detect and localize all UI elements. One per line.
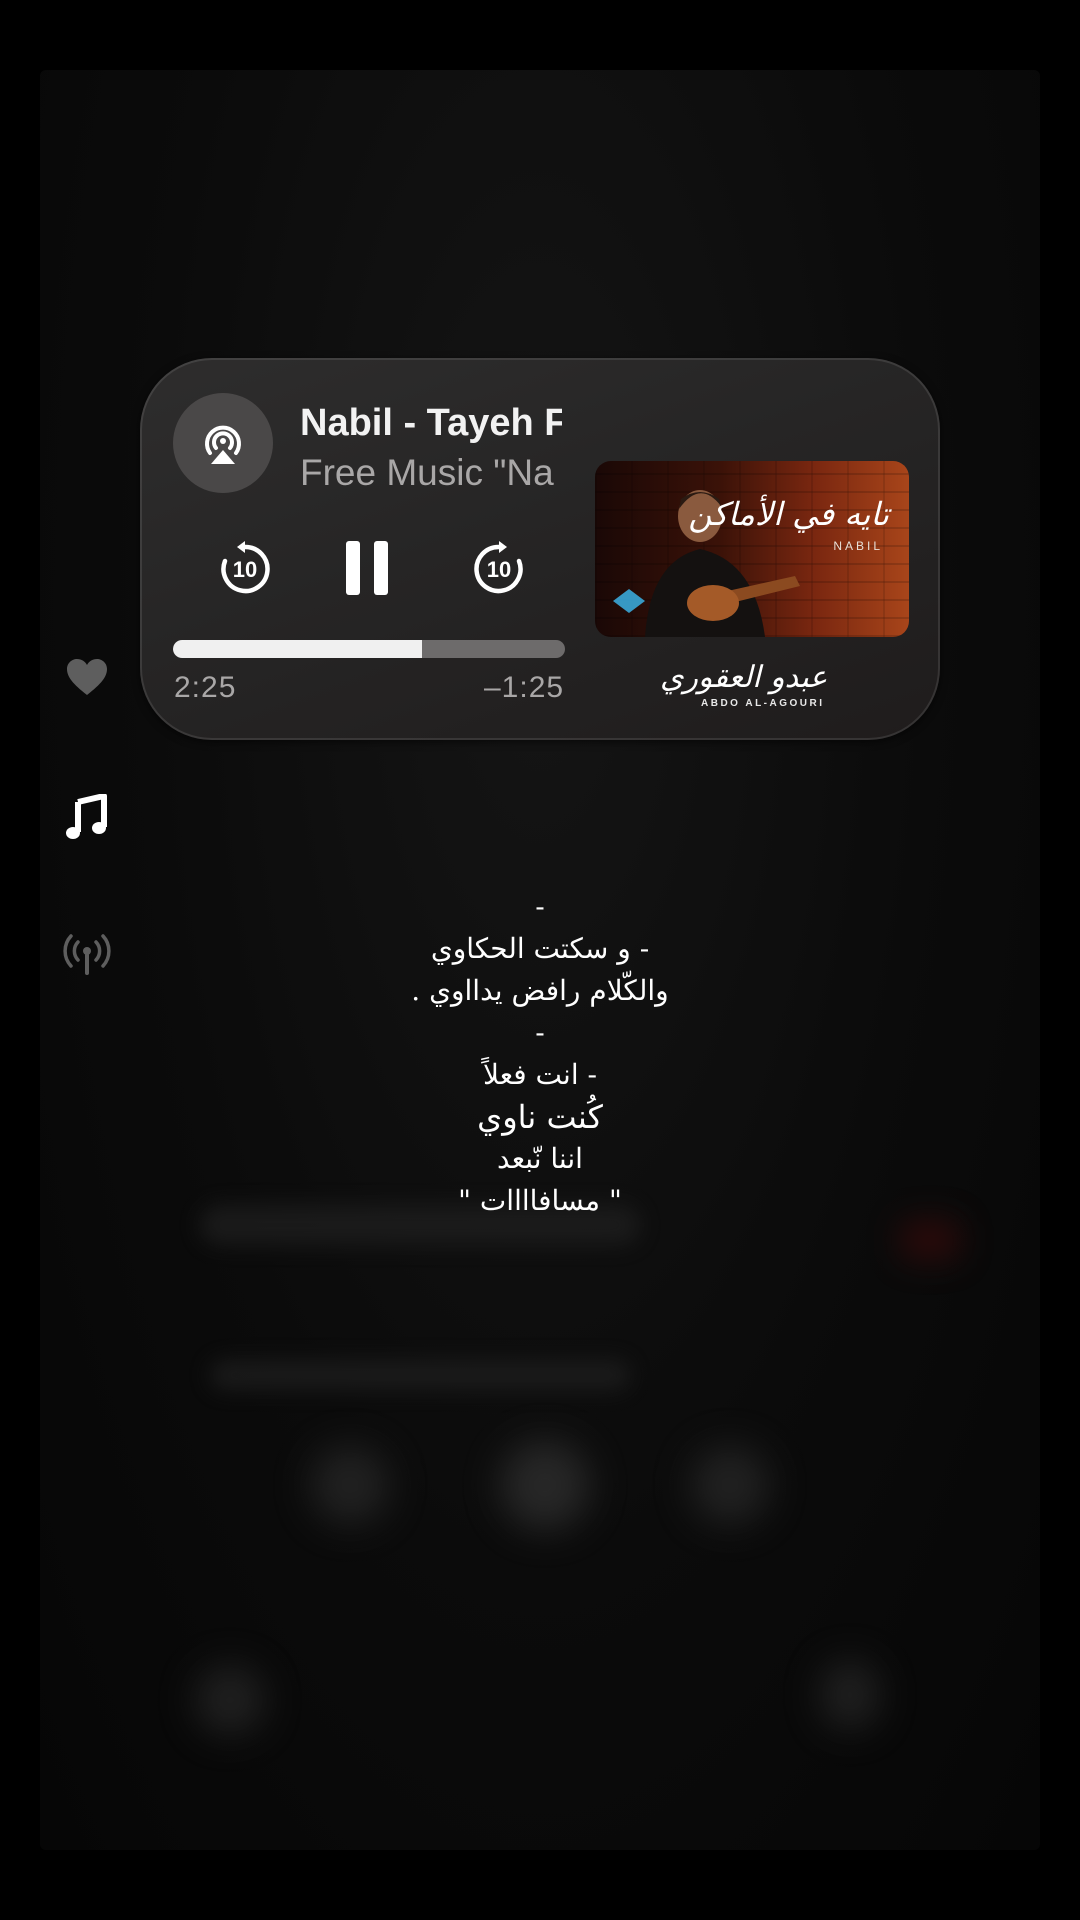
- lyric-line: كُنت ناوي: [477, 1098, 603, 1136]
- pause-icon: [346, 541, 388, 595]
- lyric-line: والكّلام رافض يدااوي .: [411, 974, 669, 1007]
- artwork-artist: NABIL: [833, 539, 883, 553]
- skip-back-button[interactable]: 10: [215, 538, 275, 598]
- lyric-line: -: [535, 1016, 545, 1049]
- blurred-button: [310, 1445, 390, 1525]
- music-note-icon[interactable]: [60, 790, 114, 844]
- label-arabic: عبدو العقوري: [660, 660, 828, 695]
- album-artwork: تايه في الأماكن NABIL: [595, 461, 909, 637]
- blurred-bar: [210, 1360, 630, 1390]
- blurred-button: [195, 1665, 265, 1735]
- heart-icon[interactable]: [60, 650, 114, 704]
- progress-bar[interactable]: [173, 640, 565, 658]
- lyrics-overlay: - - و سكتت الحكاوي والكّلام رافض يدااوي …: [240, 886, 840, 1222]
- broadcast-icon[interactable]: [60, 928, 114, 982]
- blurred-button: [500, 1440, 590, 1530]
- label-latin: ABDO AL-AGOURI: [701, 698, 825, 709]
- artwork-title: تايه في الأماكن: [688, 495, 889, 533]
- progress-fill: [173, 640, 422, 658]
- blurred-button: [690, 1445, 770, 1525]
- lyric-line: - انت فعلاً: [483, 1058, 597, 1091]
- skip-forward-10-icon: 10: [474, 541, 523, 594]
- pause-button[interactable]: [337, 536, 397, 600]
- now-playing-card: Nabil - Tayeh F Free Music "Na 10 10 2:2…: [140, 358, 940, 740]
- skip-back-10-icon: 10: [221, 541, 270, 594]
- screen: Nabil - Tayeh F Free Music "Na 10 10 2:2…: [0, 0, 1080, 1920]
- lyric-line: - و سكتت الحكاوي: [430, 932, 650, 965]
- remaining-time: –1:25: [484, 671, 565, 704]
- svg-text:10: 10: [233, 557, 257, 582]
- track-subtitle: Free Music "Na: [300, 452, 554, 493]
- svg-text:10: 10: [487, 557, 511, 582]
- lyric-line: اننا نّبعد: [497, 1142, 583, 1175]
- elapsed-time: 2:25: [174, 671, 237, 704]
- track-title: Nabil - Tayeh F: [300, 402, 562, 444]
- lyric-line: -: [535, 890, 545, 923]
- blurred-badge: [900, 1220, 960, 1260]
- lyric-line: " مسافاااات ": [458, 1184, 622, 1217]
- airplay-audio-icon: [205, 425, 241, 464]
- skip-forward-button[interactable]: 10: [469, 538, 529, 598]
- blurred-button: [820, 1660, 880, 1730]
- airplay-button[interactable]: [173, 393, 273, 493]
